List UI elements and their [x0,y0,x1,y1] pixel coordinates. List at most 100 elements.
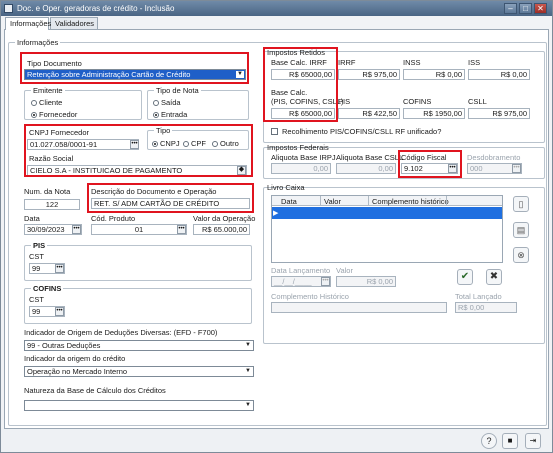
cofins-cst-value: 99 [32,307,41,316]
valor-lancamento-input[interactable]: R$ 0,00 [336,276,396,287]
pis-retido-value: R$ 422,50 [362,109,397,118]
cofins-cst-label: CST [29,295,44,304]
livro-caixa-title: Livro Caixa [267,183,305,192]
radio-dot-selected-icon [153,112,159,118]
irrf-input[interactable]: R$ 975,00 [338,69,400,80]
col-divider [320,196,321,206]
new-document-icon[interactable]: ▯ [513,196,529,212]
exit-icon[interactable]: ⇥ [525,433,541,449]
cancel-icon[interactable]: ✖ [486,269,502,285]
deducoes-label: Indicador de Origem de Deduções Diversas… [24,328,218,337]
deducoes-value: 99 - Outras Deduções [27,341,101,350]
tipo-nota-entrada-label: Entrada [161,110,188,119]
unificado-checkbox[interactable] [271,128,278,135]
confirm-icon[interactable]: ✔ [457,269,473,285]
aliq-irpj-input[interactable]: 0,00 [271,163,331,174]
cofins-cst-lookup-button[interactable]: ••• [55,307,64,316]
deducoes-select[interactable]: 99 - Outras Deduções ▼ [24,340,254,351]
highlight-impostos-retidos [263,47,338,122]
inss-value: R$ 0,00 [435,70,462,79]
emitente-fornecedor-label: Fornecedor [39,110,78,119]
valor-operacao-input[interactable]: R$ 65.000,00 [193,224,250,235]
total-lancado-input[interactable]: R$ 0,00 [455,302,517,313]
edit-icon[interactable]: ▤ [513,222,529,238]
origem-credito-value: Operação no Mercado Interno [27,367,128,376]
emitente-fornecedor-radio[interactable]: Fornecedor [31,110,77,119]
informacoes-legend: Informações [15,38,61,47]
data-value: 30/09/2023 [27,225,65,234]
highlight-codigo-fiscal [398,150,462,178]
complemento-label: Complemento Histórico [271,292,349,301]
tipo-nota-saida-label: Saída [161,98,181,107]
total-lancado-value: R$ 0,00 [458,303,485,312]
tipo-nota-legend: Tipo de Nota [154,86,201,95]
iss-value: R$ 0,00 [500,70,527,79]
cofins-legend: COFINS [31,284,64,293]
tab-panel: Informações Tipo Documento Retenção sobr… [4,29,549,429]
data-label: Data [24,214,40,223]
natureza-base-select[interactable]: ▼ [24,400,254,411]
highlight-tipo-documento [20,52,249,84]
cofins-retido-value: R$ 1950,00 [423,109,462,118]
valor-operacao-value: R$ 65.000,00 [201,225,247,234]
col-divider [446,196,447,206]
valor-lancamento-value: R$ 0,00 [366,277,393,286]
livro-caixa-grid[interactable]: Data Valor Complemento histórico ▶ [271,195,503,263]
data-lancamento-label: Data Lançamento [271,266,331,275]
impostos-federais-title: Impostos Federais [267,143,329,152]
help-icon[interactable]: ? [481,433,497,449]
window-title: Doc. e Oper. geradoras de crédito - Incl… [17,4,175,13]
aliq-csll-input[interactable]: 0,00 [336,163,396,174]
maximize-button[interactable]: □ [519,3,532,14]
pis-cst-label: CST [29,252,44,261]
highlight-descricao [87,183,254,213]
save-icon[interactable]: ■ [502,433,518,449]
close-button[interactable]: ✕ [534,3,547,14]
radio-dot-icon [153,100,159,106]
col-complemento: Complemento histórico [372,197,449,206]
iss-input[interactable]: R$ 0,00 [468,69,530,80]
inss-label: INSS [403,58,421,67]
tipo-nota-saida-radio[interactable]: Saída [153,98,181,107]
pis-cst-value: 99 [32,264,41,273]
calendar-button[interactable]: ••• [72,225,81,234]
minimize-button[interactable]: – [504,3,517,14]
grid-header: Data Valor Complemento histórico [272,196,502,206]
cod-produto-label: Cód. Produto [91,214,136,223]
aliq-irpj-label: Aliquota Base IRPJ [271,153,336,162]
tab-informacoes[interactable]: Informações [5,17,51,30]
calendar-button[interactable]: ••• [321,277,330,286]
desdobramento-label: Desdobramento [467,153,521,162]
unificado-label: Recolhimento PIS/COFINS/CSLL RF unificad… [282,127,442,136]
cod-produto-lookup-button[interactable]: ••• [177,225,186,234]
grid-selected-row[interactable]: ▶ [272,207,502,219]
chevron-down-icon: ▼ [245,342,251,348]
origem-credito-label: Indicador da origem do crédito [24,354,126,363]
delete-icon[interactable]: ⊗ [513,247,529,263]
chevron-down-icon: ▼ [245,368,251,374]
pis-legend: PIS [31,241,48,250]
csll-retido-value: R$ 975,00 [492,109,527,118]
title-bar: Doc. e Oper. geradoras de crédito - Incl… [1,1,552,16]
inss-input[interactable]: R$ 0,00 [403,69,465,80]
num-nota-input[interactable]: 122 [24,199,80,210]
cofins-retido-input[interactable]: R$ 1950,00 [403,108,465,119]
data-lancamento-value: __/__/____ [274,277,312,286]
pis-cst-lookup-button[interactable]: ••• [55,264,64,273]
csll-retido-input[interactable]: R$ 975,00 [468,108,530,119]
emitente-cliente-radio[interactable]: Cliente [31,98,62,107]
highlight-fornecedor [24,124,253,177]
origem-credito-select[interactable]: Operação no Mercado Interno ▼ [24,366,254,377]
tipo-nota-entrada-radio[interactable]: Entrada [153,110,187,119]
emitente-cliente-label: Cliente [39,98,63,107]
pis-retido-label: PIS [338,97,351,106]
cod-produto-input[interactable]: 01 [91,224,187,235]
pis-retido-input[interactable]: R$ 422,50 [338,108,400,119]
aliq-csll-label: Aliquota Base CSLL [336,153,404,162]
radio-dot-selected-icon [31,112,37,118]
desdobramento-lookup-button[interactable]: ••• [512,164,521,173]
complemento-input[interactable] [271,302,447,313]
col-divider [368,196,369,206]
total-lancado-label: Total Lançado [455,292,502,301]
valor-lancamento-label: Valor [336,266,353,275]
